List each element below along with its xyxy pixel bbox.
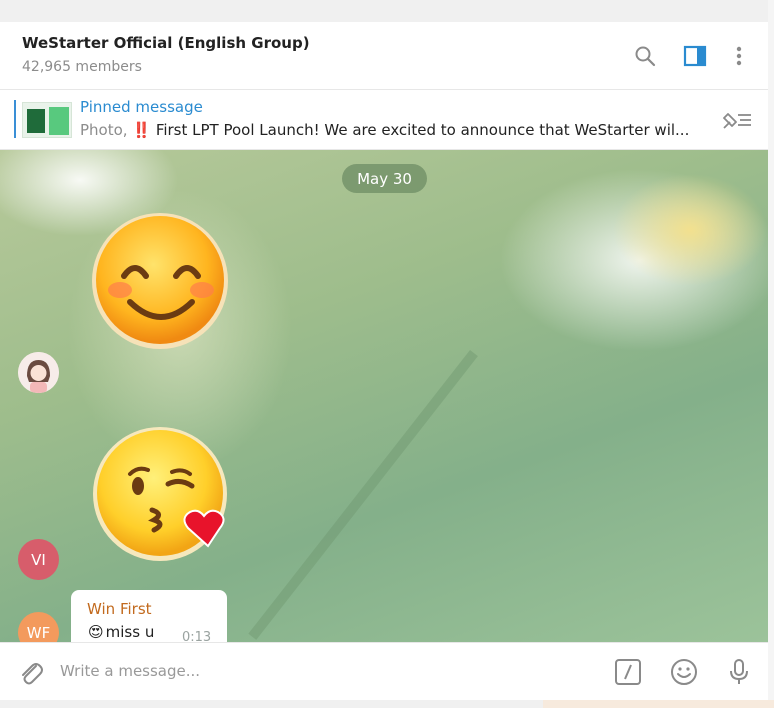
- pinned-preview: First LPT Pool Launch! We are excited to…: [155, 121, 690, 139]
- chat-header: WeStarter Official (English Group) 42,96…: [0, 22, 768, 90]
- chat-title[interactable]: WeStarter Official (English Group): [22, 34, 310, 52]
- heart-eyes-emoji: 😍: [88, 623, 104, 641]
- chat-window: WeStarter Official (English Group) 42,96…: [0, 22, 768, 700]
- pin-list-icon[interactable]: [720, 108, 754, 132]
- pinned-indicator-bar: [14, 100, 16, 138]
- attach-icon[interactable]: [16, 657, 46, 687]
- pinned-text: Photo, ‼️ First LPT Pool Launch! We are …: [80, 121, 700, 139]
- message-input[interactable]: [60, 653, 580, 689]
- message-text-row: 😍 miss u: [88, 623, 154, 641]
- user-avatar-photo[interactable]: [18, 352, 59, 393]
- bot-commands-icon[interactable]: [613, 657, 643, 687]
- background-flower-stem: [248, 350, 478, 640]
- taskbar-accent: [543, 700, 774, 708]
- message-sender[interactable]: Win First: [87, 600, 152, 618]
- side-panel-icon[interactable]: [682, 43, 708, 69]
- pinned-title: Pinned message: [80, 98, 203, 116]
- more-vertical-icon[interactable]: [726, 43, 752, 69]
- message-bubble[interactable]: Win First 😍 miss u 0:13: [71, 590, 227, 642]
- emoji-icon[interactable]: [669, 657, 699, 687]
- message-text: miss u: [105, 623, 155, 641]
- message-time: 0:13: [182, 630, 212, 642]
- message-composer: [0, 642, 768, 700]
- message-area[interactable]: May 30 VI WF Win First 😍 miss u 0:13: [0, 150, 768, 642]
- bottom-edge: [0, 700, 774, 708]
- pinned-message-bar[interactable]: Pinned message Photo, ‼️ First LPT Pool …: [0, 90, 768, 150]
- date-separator: May 30: [342, 164, 427, 193]
- search-icon[interactable]: [632, 43, 658, 69]
- member-count: 42,965 members: [22, 59, 142, 75]
- pinned-photo-thumbnail: [22, 102, 72, 138]
- avatar-vi[interactable]: VI: [18, 539, 59, 580]
- pinned-photo-label: Photo,: [80, 121, 128, 139]
- window-edge: [768, 0, 774, 708]
- kissing-face-heart-sticker[interactable]: [92, 424, 238, 574]
- smiling-face-sticker[interactable]: [88, 208, 234, 358]
- microphone-icon[interactable]: [724, 657, 754, 687]
- avatar-wf[interactable]: WF: [18, 612, 59, 642]
- double-exclamation-emoji: ‼️: [132, 121, 152, 139]
